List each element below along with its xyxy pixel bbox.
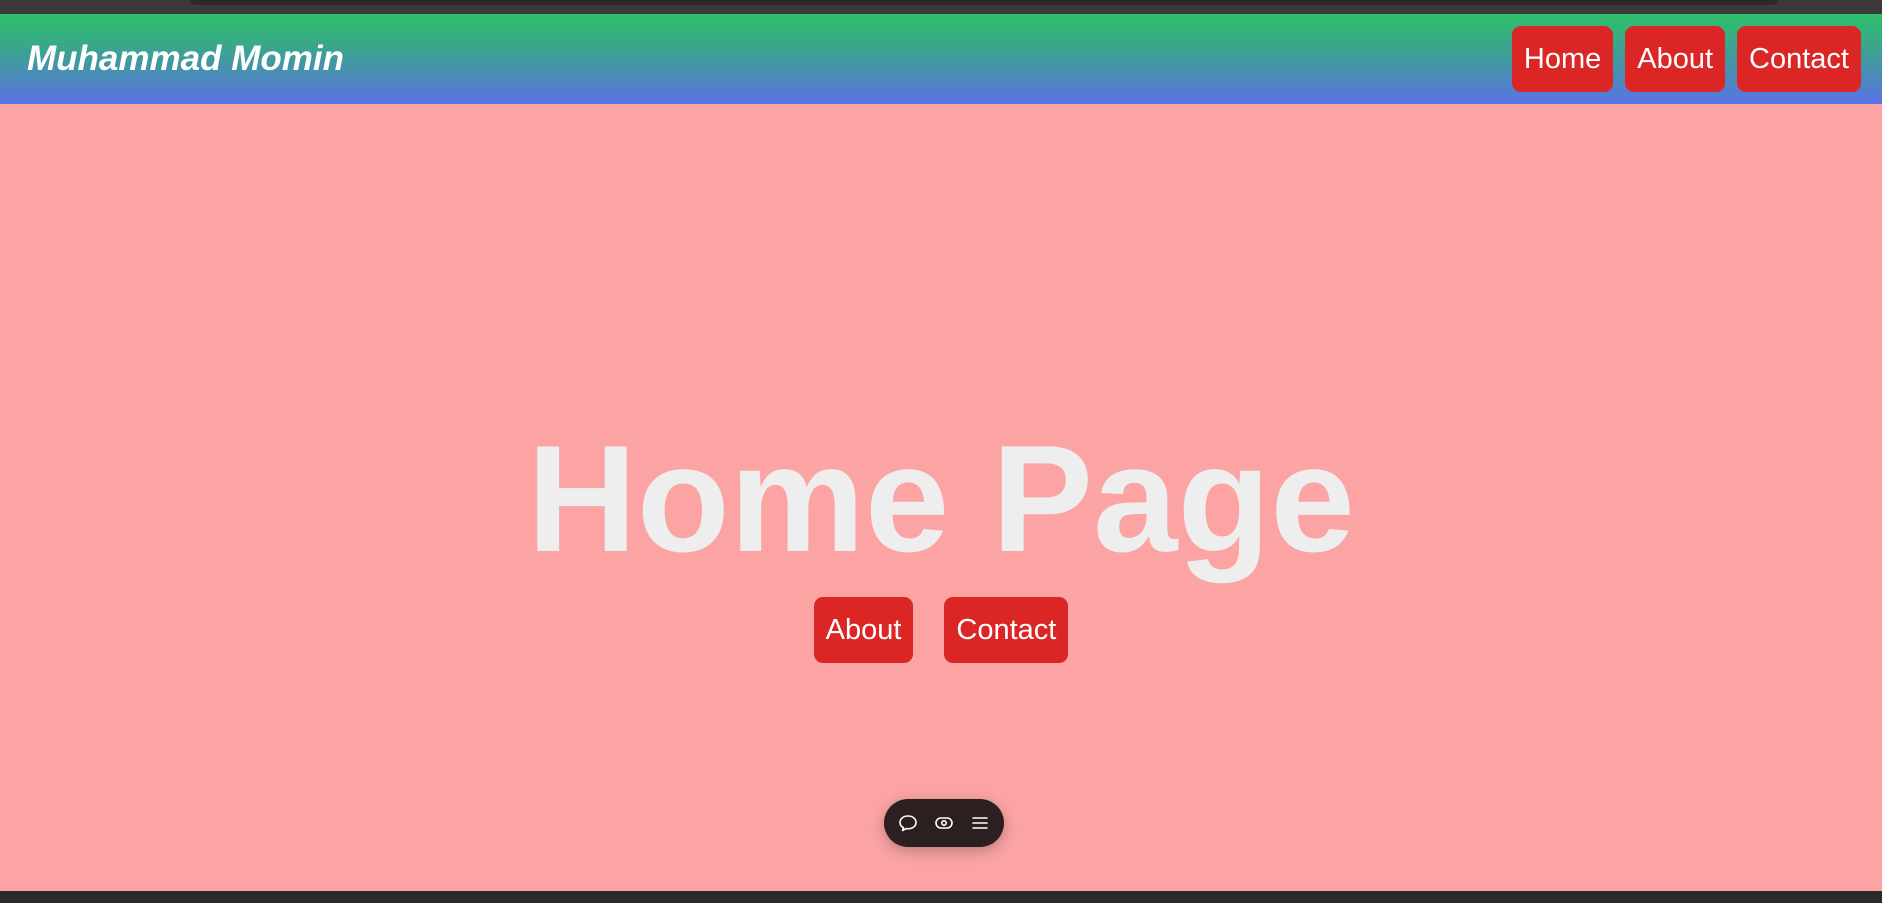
- page-title: Home Page: [527, 414, 1355, 584]
- menu-icon[interactable]: [969, 812, 991, 834]
- navbar: Muhammad Momin Home About Contact: [0, 14, 1882, 104]
- hero-contact-button[interactable]: Contact: [944, 597, 1069, 663]
- browser-tab-shadow: [190, 0, 1778, 5]
- main-content: Home Page About Contact: [0, 104, 1882, 891]
- nav-about-button[interactable]: About: [1625, 26, 1726, 92]
- nav-links: Home About Contact: [1511, 26, 1861, 92]
- brand-logo[interactable]: Muhammad Momin: [27, 38, 344, 80]
- hero-about-button[interactable]: About: [813, 597, 914, 663]
- hero-buttons: About Contact: [0, 597, 1882, 663]
- nav-home-button[interactable]: Home: [1511, 26, 1614, 92]
- browser-bottom-strip: [0, 891, 1882, 903]
- nav-contact-button[interactable]: Contact: [1737, 26, 1861, 92]
- browser-top-strip: [0, 0, 1882, 14]
- floating-toolbar: [884, 799, 1004, 847]
- comment-icon[interactable]: [897, 812, 919, 834]
- eye-icon[interactable]: [933, 812, 955, 834]
